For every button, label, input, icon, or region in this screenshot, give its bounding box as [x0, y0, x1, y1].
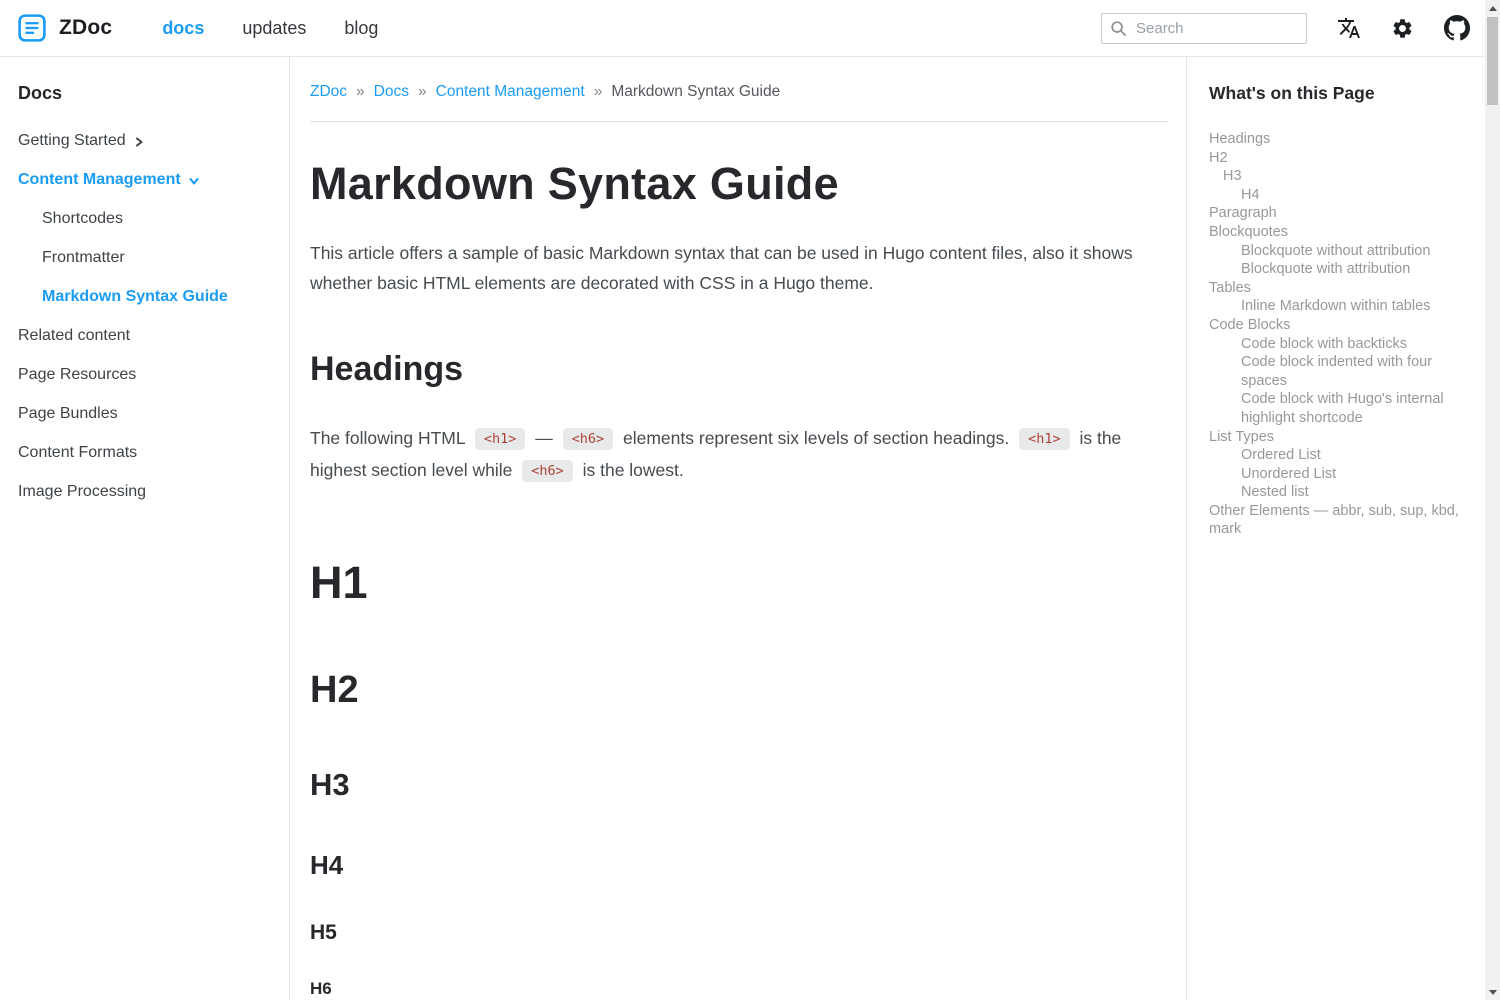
toc-item-paragraph[interactable]: Paragraph [1209, 204, 1460, 223]
toc-item-other-elements[interactable]: Other Elements — abbr, sub, sup, kbd, ma… [1209, 502, 1460, 539]
breadcrumb-separator: » [418, 83, 427, 101]
sidebar-item-markdown-syntax-guide[interactable]: Markdown Syntax Guide [42, 288, 271, 306]
toc-item-headings[interactable]: Headings [1209, 130, 1460, 149]
triangle-up-icon [1489, 6, 1497, 11]
toc-item-code-blocks[interactable]: Code Blocks [1209, 316, 1460, 335]
brand[interactable]: ZDoc [18, 14, 112, 42]
inline-code-h1: <h1> [1019, 428, 1070, 450]
sidebar-item-label: Getting Started [18, 132, 126, 150]
heading-sample-h5: H5 [310, 921, 1168, 945]
toc-item-code-block-indented[interactable]: Code block indented with four spaces [1209, 353, 1460, 390]
toc-item-blockquote-without-attribution[interactable]: Blockquote without attribution [1209, 242, 1460, 261]
inline-code-h1: <h1> [475, 428, 526, 450]
toc-item-h4[interactable]: H4 [1209, 186, 1460, 205]
toc-list: Headings H2 H3 H4 Paragraph Blockquotes … [1209, 130, 1460, 539]
text-run: The following HTML [310, 428, 465, 448]
nav-link-updates[interactable]: updates [242, 18, 306, 39]
breadcrumb-divider [310, 121, 1168, 122]
sidebar-item-page-bundles[interactable]: Page Bundles [18, 405, 271, 423]
docs-sidebar: Docs Getting Started Content Management … [0, 57, 290, 1000]
body-row: Docs Getting Started Content Management … [0, 57, 1500, 1000]
toc-item-nested-list[interactable]: Nested list [1209, 483, 1460, 502]
toc-item-blockquotes[interactable]: Blockquotes [1209, 223, 1460, 242]
breadcrumb: ZDoc » Docs » Content Management » Markd… [310, 83, 1168, 101]
zdoc-app: ZDoc docs updates blog [0, 0, 1500, 1000]
search-icon [1110, 20, 1127, 37]
text-run: elements represent six levels of section… [623, 428, 1009, 448]
heading-sample-h3: H3 [310, 767, 1168, 803]
sidebar-item-frontmatter[interactable]: Frontmatter [42, 249, 271, 267]
page-scrollbar[interactable] [1485, 0, 1500, 1000]
search-box[interactable] [1101, 13, 1307, 44]
toc-item-inline-markdown-within-tables[interactable]: Inline Markdown within tables [1209, 297, 1460, 316]
github-icon [1444, 15, 1470, 41]
heading-sample-h1: H1 [310, 557, 1168, 609]
heading-sample-h4: H4 [310, 850, 1168, 881]
toc-item-tables[interactable]: Tables [1209, 279, 1460, 298]
breadcrumb-link-docs[interactable]: Docs [374, 83, 409, 101]
main-nav: docs updates blog [162, 18, 378, 39]
brand-name[interactable]: ZDoc [59, 16, 112, 40]
triangle-down-icon [1489, 990, 1497, 995]
headings-description: The following HTML <h1> — <h6> elements … [310, 423, 1168, 487]
chevron-down-icon [188, 175, 200, 187]
toc-title: What's on this Page [1209, 83, 1460, 104]
settings-button[interactable] [1391, 17, 1414, 40]
sidebar-item-label: Content Management [18, 171, 181, 189]
text-run: is the lowest. [583, 460, 684, 480]
heading-sample-h2: H2 [310, 669, 1168, 712]
navbar-actions [1101, 13, 1470, 44]
translate-button[interactable] [1337, 16, 1361, 40]
page-title: Markdown Syntax Guide [310, 158, 1168, 210]
breadcrumb-link-zdoc[interactable]: ZDoc [310, 83, 347, 101]
sidebar-item-getting-started[interactable]: Getting Started [18, 132, 271, 150]
breadcrumb-current: Markdown Syntax Guide [611, 83, 780, 101]
zdoc-logo-icon [18, 14, 46, 42]
text-run: — [535, 428, 553, 448]
sidebar-item-page-resources[interactable]: Page Resources [18, 366, 271, 384]
search-input[interactable] [1134, 19, 1298, 38]
breadcrumb-separator: » [356, 83, 365, 101]
inline-code-h6: <h6> [522, 460, 573, 482]
scrollbar-thumb[interactable] [1487, 17, 1498, 105]
inline-code-h6: <h6> [563, 428, 614, 450]
toc-item-h3[interactable]: H3 [1209, 167, 1460, 186]
sidebar-item-content-formats[interactable]: Content Formats [18, 444, 271, 462]
toc-panel: What's on this Page Headings H2 H3 H4 Pa… [1186, 57, 1500, 1000]
gear-icon [1391, 17, 1414, 40]
sidebar-item-content-management[interactable]: Content Management [18, 171, 271, 189]
github-button[interactable] [1444, 15, 1470, 41]
article-intro: This article offers a sample of basic Ma… [310, 238, 1168, 298]
toc-item-unordered-list[interactable]: Unordered List [1209, 465, 1460, 484]
breadcrumb-separator: » [594, 83, 603, 101]
toc-item-code-block-with-backticks[interactable]: Code block with backticks [1209, 335, 1460, 354]
article-main: ZDoc » Docs » Content Management » Markd… [290, 57, 1186, 1000]
breadcrumb-link-content-management[interactable]: Content Management [436, 83, 585, 101]
translate-icon [1337, 16, 1361, 40]
sidebar-item-shortcodes[interactable]: Shortcodes [42, 210, 271, 228]
toc-item-h2[interactable]: H2 [1209, 149, 1460, 168]
chevron-right-icon [133, 136, 145, 148]
top-navbar: ZDoc docs updates blog [0, 0, 1500, 57]
sidebar-item-related-content[interactable]: Related content [18, 327, 271, 345]
sidebar-item-image-processing[interactable]: Image Processing [18, 483, 271, 501]
sidebar-title: Docs [18, 83, 271, 104]
toc-item-list-types[interactable]: List Types [1209, 428, 1460, 447]
nav-link-docs[interactable]: docs [162, 18, 204, 39]
toc-item-ordered-list[interactable]: Ordered List [1209, 446, 1460, 465]
scroll-down-arrow[interactable] [1485, 984, 1500, 1000]
scroll-up-arrow[interactable] [1485, 0, 1500, 16]
nav-link-blog[interactable]: blog [344, 18, 378, 39]
toc-item-blockquote-with-attribution[interactable]: Blockquote with attribution [1209, 260, 1460, 279]
heading-sample-h6: H6 [310, 979, 1168, 999]
section-heading-headings: Headings [310, 350, 1168, 389]
toc-item-code-block-highlight-shortcode[interactable]: Code block with Hugo's internal highligh… [1209, 390, 1460, 427]
